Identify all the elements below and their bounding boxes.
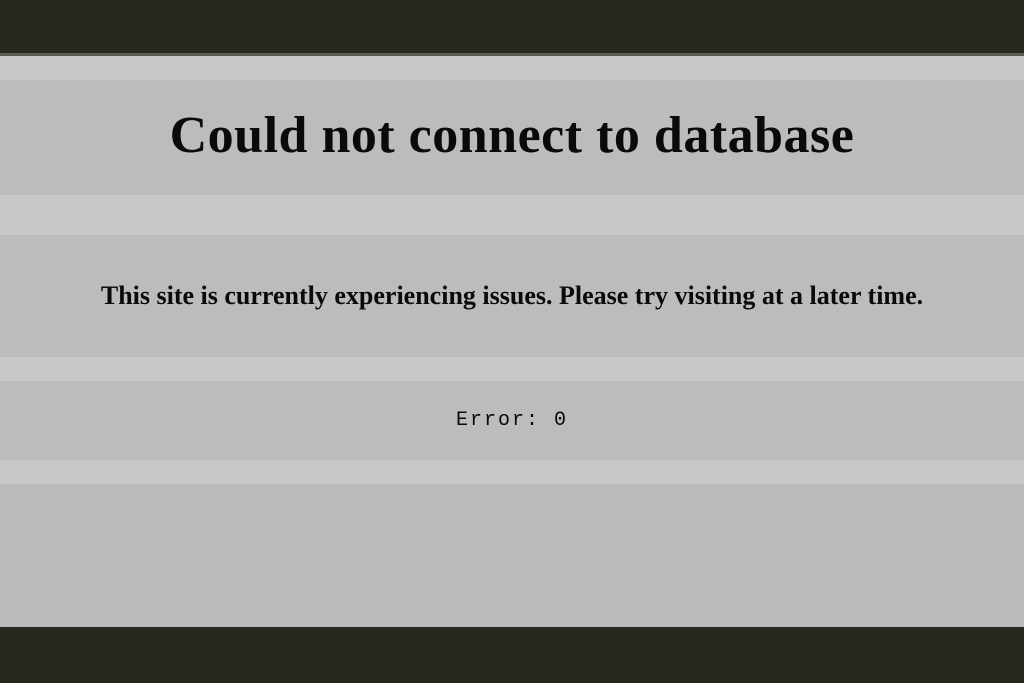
main-content: Could not connect to database This site … xyxy=(0,56,1024,627)
error-title-row: Could not connect to database xyxy=(0,80,1024,195)
spacer xyxy=(0,56,1024,80)
spacer xyxy=(0,195,1024,235)
top-bar xyxy=(0,0,1024,56)
error-code: Error: 0 xyxy=(456,409,568,432)
error-code-row: Error: 0 xyxy=(0,381,1024,460)
bottom-bar xyxy=(0,627,1024,683)
spacer xyxy=(0,357,1024,381)
error-title: Could not connect to database xyxy=(0,106,1024,165)
spacer xyxy=(0,460,1024,484)
error-code-label: Error: xyxy=(456,409,540,432)
error-subtitle: This site is currently experiencing issu… xyxy=(0,281,1024,311)
error-code-value: 0 xyxy=(554,409,568,432)
error-subtitle-row: This site is currently experiencing issu… xyxy=(0,235,1024,357)
spacer xyxy=(0,484,1024,627)
